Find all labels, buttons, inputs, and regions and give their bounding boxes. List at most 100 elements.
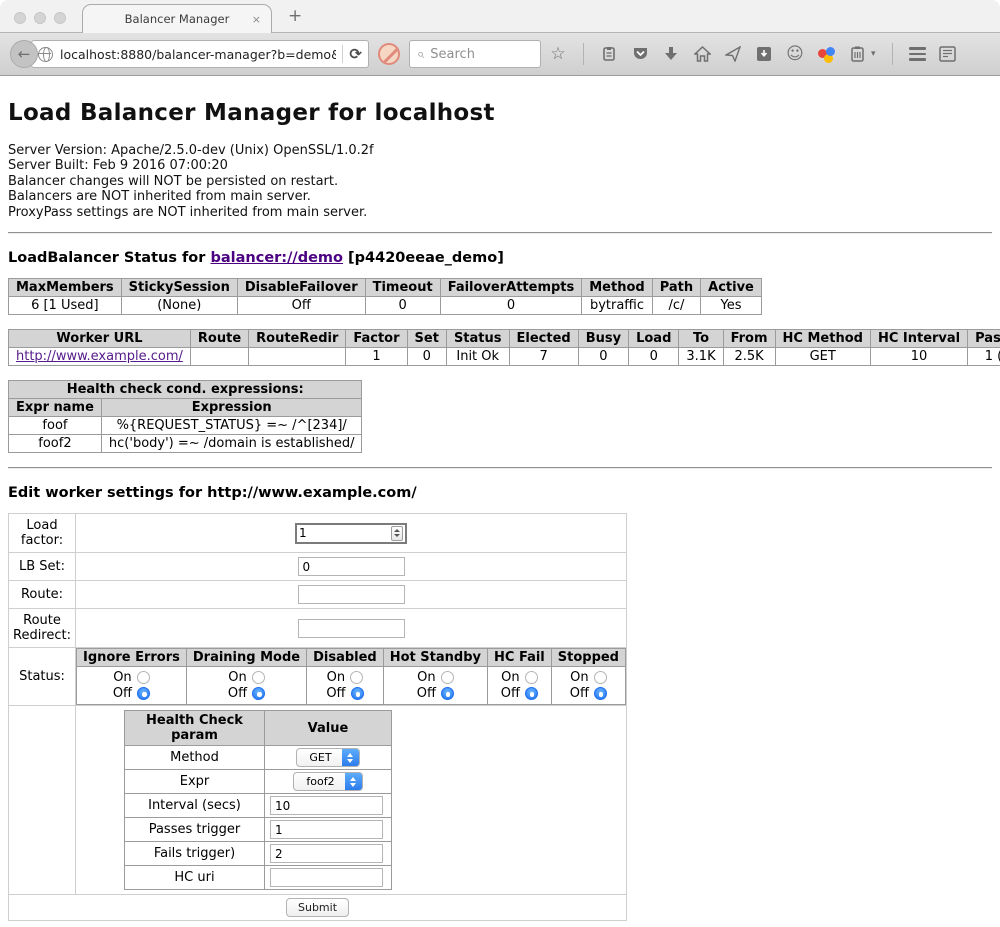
hc-fail-off-radio[interactable] [525, 687, 538, 700]
divider [8, 467, 992, 469]
bookmark-star-icon[interactable]: ☆ [549, 45, 567, 63]
method-label: Method [125, 746, 265, 770]
lb-set-input[interactable] [298, 557, 405, 576]
submit-button[interactable]: Submit [286, 898, 349, 917]
route-redirect-input[interactable] [298, 619, 405, 638]
table-row: foof %{REQUEST_STATUS} =~ /^[234]/ [9, 417, 362, 435]
interval-input[interactable] [270, 796, 383, 815]
stepper-arrows-icon[interactable] [391, 526, 403, 541]
status-radio-row: On Off On Off On Off On [77, 667, 626, 705]
form-row-submit: Submit [9, 895, 627, 921]
hc-row-fails: Fails trigger) [125, 842, 392, 866]
dropdown-caret-icon[interactable]: ▾ [871, 49, 876, 59]
on-label: On [113, 670, 131, 685]
search-bar[interactable]: ⌕ Search [409, 40, 541, 68]
tab-bar: Balancer Manager × + [0, 0, 1000, 33]
col-ignore-errors: Ignore Errors [77, 649, 187, 667]
url-text[interactable]: localhost:8880/balancer-manager?b=demo&w… [60, 47, 336, 62]
lb-status-suffix: [p4420eeae_demo] [343, 250, 504, 266]
window-controls[interactable] [14, 12, 66, 24]
container-icon[interactable] [848, 45, 866, 63]
interval-label: Interval (secs) [125, 794, 265, 818]
cell-timeout: 0 [365, 297, 440, 315]
hc-row-hcuri: HC uri [125, 866, 392, 890]
adblock-icon[interactable] [378, 43, 400, 65]
col-expr-name: Expr name [9, 399, 102, 417]
draining-mode-off-radio[interactable] [252, 687, 265, 700]
reader-sidebar-icon[interactable] [939, 45, 957, 63]
page-title: Load Balancer Manager for localhost [8, 100, 992, 126]
cell-disablefailover: Off [237, 297, 365, 315]
expr-selected-value: foof2 [294, 775, 344, 788]
col-draining-mode: Draining Mode [186, 649, 306, 667]
cell-failoverattempts: 0 [440, 297, 582, 315]
pocket-icon[interactable] [631, 45, 649, 63]
cell-expression: %{REQUEST_STATUS} =~ /^[234]/ [101, 417, 362, 435]
method-select[interactable]: GET [296, 748, 359, 767]
hc-row-interval: Interval (secs) [125, 794, 392, 818]
new-tab-button[interactable]: + [288, 6, 302, 26]
close-window-button[interactable] [14, 12, 26, 24]
hc-expressions-table: Health check cond. expressions: Expr nam… [8, 380, 362, 453]
col-failoverattempts: FailoverAttempts [440, 279, 582, 297]
url-bar[interactable]: localhost:8880/balancer-manager?b=demo&w… [31, 40, 369, 68]
worker-url-link[interactable]: http://www.example.com/ [16, 349, 183, 364]
hc-header-row: Health Check param Value [125, 711, 392, 746]
reading-list-icon[interactable] [600, 45, 618, 63]
col-routeredir: RouteRedir [249, 330, 346, 348]
hc-uri-input[interactable] [270, 868, 383, 887]
zoom-window-button[interactable] [54, 12, 66, 24]
col-factor: Factor [346, 330, 407, 348]
route-input[interactable] [298, 585, 405, 604]
cell-routeredir [249, 348, 346, 366]
home-icon[interactable] [693, 45, 711, 63]
hc-row-method: Method GET [125, 746, 392, 770]
col-stickysession: StickySession [121, 279, 237, 297]
toolbar-separator [583, 43, 584, 65]
ignore-errors-off-radio[interactable] [137, 687, 150, 700]
lb-status-heading: LoadBalancer Status for balancer://demo … [8, 250, 992, 266]
back-button[interactable]: ← [10, 40, 38, 68]
form-row-status: Status: Ignore Errors Draining Mode Disa… [9, 648, 627, 706]
chat-smiley-icon[interactable]: ☺ [786, 45, 804, 63]
on-label: On [228, 670, 246, 685]
hc-fail-on-radio[interactable] [525, 671, 538, 684]
expr-select[interactable]: foof2 [293, 772, 362, 791]
hot-standby-off-radio[interactable] [441, 687, 454, 700]
tab-close-icon[interactable]: × [252, 13, 261, 26]
stopped-on-radio[interactable] [594, 671, 607, 684]
cell-busy: 0 [578, 348, 628, 366]
site-identity-icon[interactable] [38, 47, 53, 62]
ignore-errors-on-radio[interactable] [137, 671, 150, 684]
draining-mode-on-radio[interactable] [252, 671, 265, 684]
send-tab-icon[interactable] [724, 45, 742, 63]
load-factor-label: Load factor: [9, 514, 76, 553]
cell-route [190, 348, 248, 366]
balancer-demo-link[interactable]: balancer://demo [210, 250, 343, 266]
browser-tab[interactable]: Balancer Manager × [82, 4, 272, 33]
hc-row-passes: Passes trigger [125, 818, 392, 842]
cell-expr-name: foof2 [9, 435, 102, 453]
hot-standby-on-radio[interactable] [441, 671, 454, 684]
reload-icon[interactable]: ⟳ [349, 45, 362, 63]
minimize-window-button[interactable] [34, 12, 46, 24]
download-icon[interactable] [662, 45, 680, 63]
col-stopped: Stopped [551, 649, 625, 667]
cell-hc-method: GET [775, 348, 870, 366]
route-label: Route: [9, 581, 76, 609]
col-to: To [679, 330, 723, 348]
disabled-off-radio[interactable] [351, 687, 364, 700]
passes-input[interactable] [270, 820, 383, 839]
menu-icon[interactable] [909, 47, 926, 61]
status-label: Status: [9, 648, 76, 706]
load-factor-stepper[interactable] [295, 523, 407, 544]
fails-input[interactable] [270, 844, 383, 863]
download-panel-icon[interactable] [755, 45, 773, 63]
table-row: 6 [1 Used] (None) Off 0 0 bytraffic /c/ … [9, 297, 762, 315]
disabled-on-radio[interactable] [350, 671, 363, 684]
colorway-dots-icon[interactable] [817, 45, 835, 63]
stopped-off-radio[interactable] [594, 687, 607, 700]
table-header-row: Worker URL Route RouteRedir Factor Set S… [9, 330, 1000, 348]
col-hc-value: Value [265, 711, 392, 746]
load-factor-input[interactable] [299, 526, 391, 540]
